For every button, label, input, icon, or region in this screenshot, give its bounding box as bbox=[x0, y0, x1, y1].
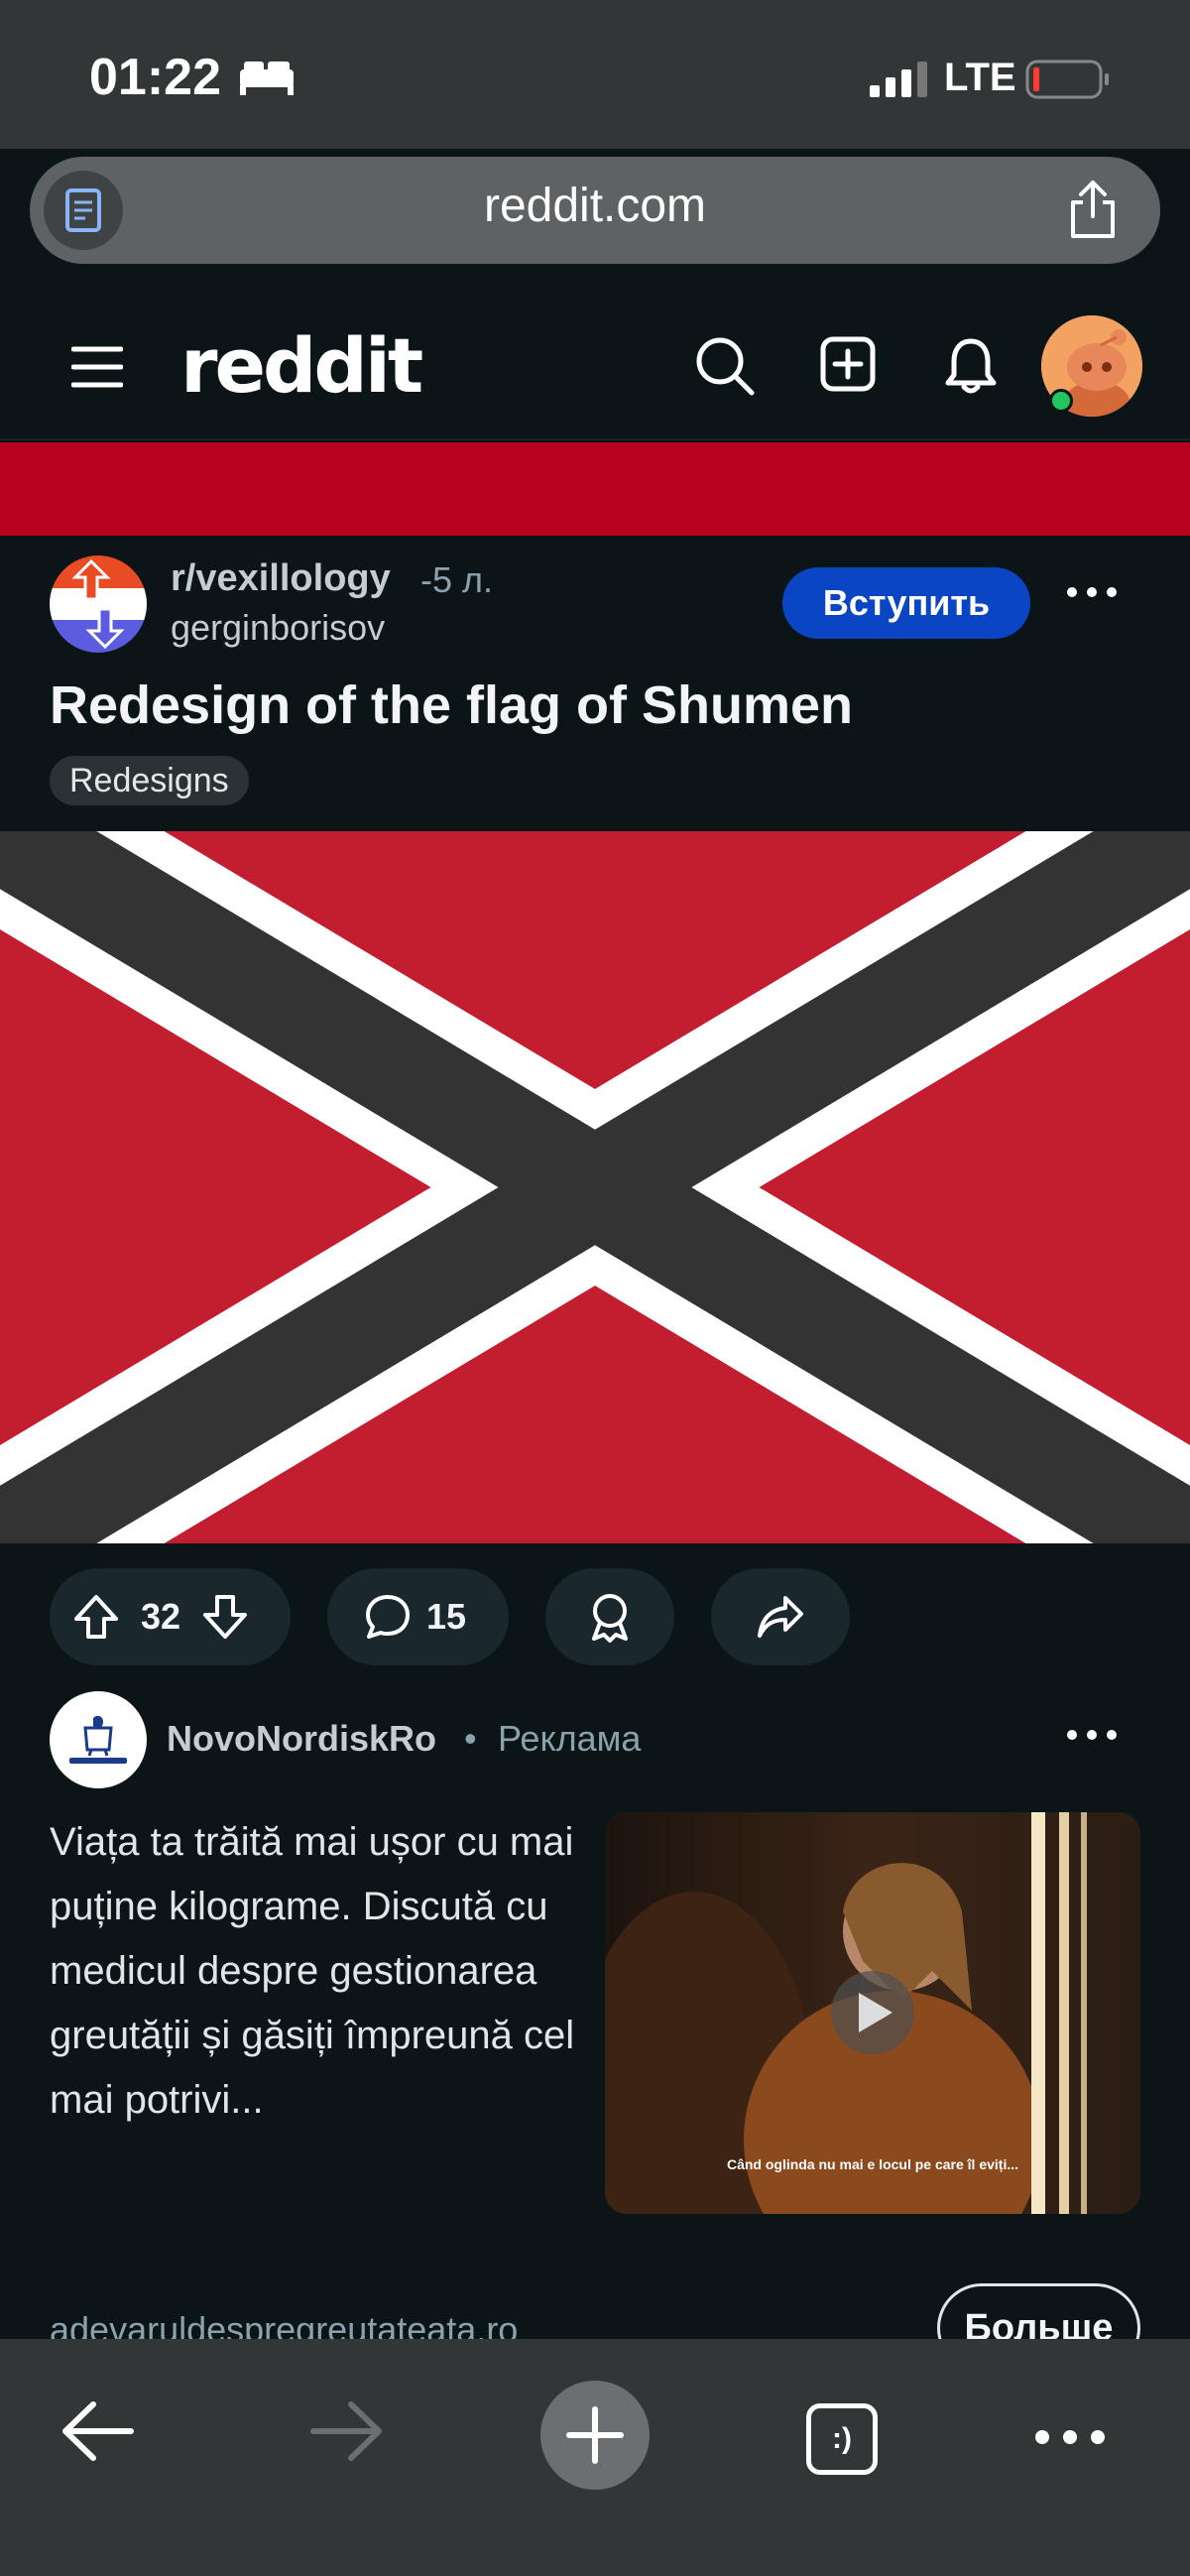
ad-body-text[interactable]: Viața ta trăită mai ușor cu mai puține k… bbox=[50, 1810, 585, 2133]
previous-post-image-edge bbox=[0, 442, 1190, 536]
post-title[interactable]: Redesign of the flag of Shumen bbox=[50, 675, 853, 736]
shumen-flag-image bbox=[0, 759, 1190, 1616]
tabs-switcher-button[interactable]: :) bbox=[806, 2403, 878, 2475]
post-author[interactable]: gerginborisov bbox=[171, 607, 385, 649]
reddit-logo[interactable]: reddit bbox=[180, 321, 423, 410]
plus-icon bbox=[566, 2406, 624, 2464]
novo-nordisk-logo-icon bbox=[69, 1715, 127, 1764]
upvote-icon[interactable] bbox=[71, 1592, 121, 1642]
new-tab-button[interactable] bbox=[540, 2381, 650, 2490]
more-options-icon[interactable] bbox=[1066, 585, 1118, 599]
ad-more-options-icon[interactable] bbox=[1066, 1728, 1118, 1742]
separator-dot: • bbox=[464, 1718, 477, 1759]
share-icon[interactable] bbox=[1065, 179, 1121, 240]
browser-menu-icon[interactable] bbox=[1033, 2428, 1107, 2446]
create-post-icon[interactable] bbox=[819, 335, 877, 393]
award-button[interactable] bbox=[545, 1568, 674, 1665]
status-time: 01:22 bbox=[89, 49, 221, 106]
signal-icon bbox=[870, 61, 927, 97]
online-status-dot bbox=[1049, 389, 1073, 413]
status-bar: 01:22 LTE bbox=[0, 0, 1190, 149]
comment-count: 15 bbox=[426, 1596, 467, 1637]
share-button[interactable] bbox=[711, 1568, 850, 1665]
browser-toolbar: :) bbox=[0, 2339, 1190, 2576]
comment-icon bbox=[366, 1595, 410, 1639]
ad-video-thumbnail[interactable]: Când oglinda nu mai e locul pe care îl e… bbox=[605, 1812, 1140, 2214]
award-icon bbox=[592, 1594, 628, 1643]
promoted-label: Реклама bbox=[498, 1718, 642, 1759]
menu-icon[interactable] bbox=[71, 345, 123, 389]
advertiser-name[interactable]: NovoNordiskRo bbox=[167, 1718, 436, 1760]
join-button[interactable]: Вступить bbox=[782, 567, 1030, 639]
post-age: -5 л. bbox=[420, 559, 494, 600]
video-caption: Când oglinda nu mai e locul pe care îl e… bbox=[726, 2156, 1019, 2172]
comments-button[interactable]: 15 bbox=[327, 1568, 509, 1665]
ad-video-frame bbox=[605, 1812, 1140, 2214]
battery-icon bbox=[1025, 60, 1109, 99]
notifications-bell-icon[interactable] bbox=[942, 335, 1000, 397]
subreddit-icon[interactable] bbox=[50, 555, 147, 653]
forward-arrow-icon[interactable] bbox=[309, 2398, 385, 2464]
vexillology-icon bbox=[50, 555, 147, 653]
network-label: LTE bbox=[944, 56, 1016, 99]
subreddit-name[interactable]: r/vexillology bbox=[171, 557, 391, 600]
back-arrow-icon[interactable] bbox=[60, 2398, 135, 2464]
vote-pill: 32 bbox=[50, 1568, 291, 1665]
share-arrow-icon bbox=[758, 1596, 803, 1638]
reddit-header: reddit bbox=[0, 296, 1190, 440]
tabs-smiley-icon: :) bbox=[832, 2422, 852, 2455]
advertiser-avatar[interactable] bbox=[50, 1691, 147, 1788]
vote-count: 32 bbox=[141, 1596, 181, 1637]
url-text[interactable]: reddit.com bbox=[30, 179, 1160, 233]
downvote-icon[interactable] bbox=[200, 1592, 250, 1642]
bed-icon bbox=[240, 61, 294, 95]
search-icon[interactable] bbox=[694, 335, 756, 397]
address-bar[interactable]: reddit.com bbox=[30, 157, 1160, 264]
post-flair[interactable]: Redesigns bbox=[50, 756, 249, 805]
post-image[interactable] bbox=[0, 759, 1190, 1616]
